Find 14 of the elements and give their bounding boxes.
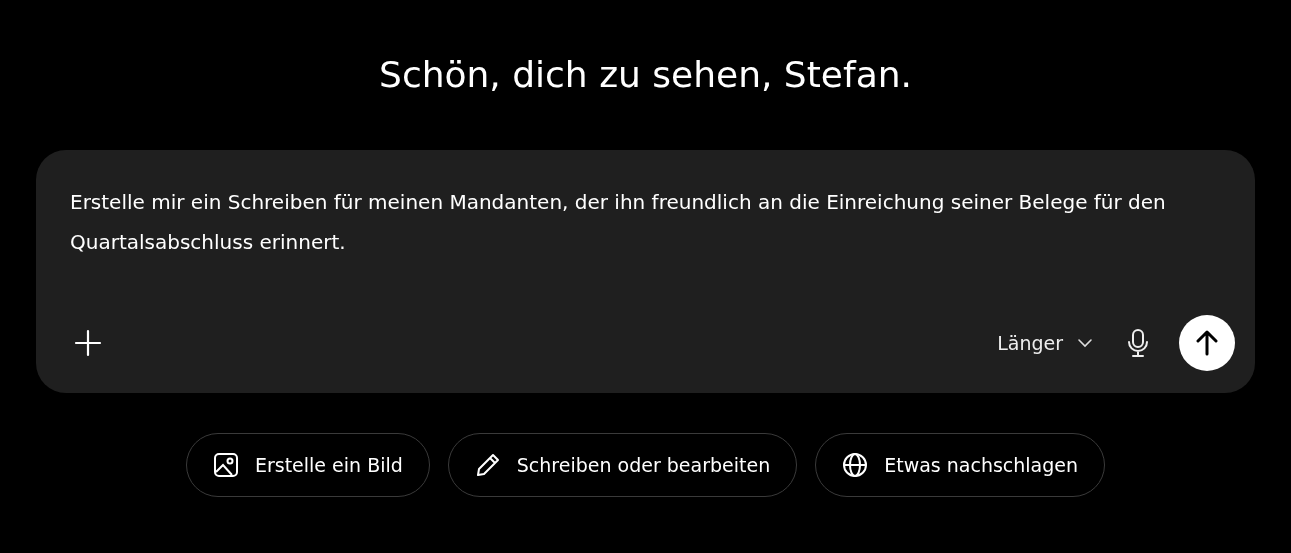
arrow-up-icon — [1195, 330, 1219, 356]
send-button[interactable] — [1179, 315, 1235, 371]
plus-icon — [74, 329, 102, 357]
globe-icon — [842, 452, 869, 478]
length-dropdown[interactable]: Länger — [993, 328, 1097, 358]
image-icon — [212, 452, 239, 478]
chevron-down-icon — [1077, 338, 1093, 348]
suggestion-chip[interactable]: Etwas nachschlagen — [815, 433, 1106, 497]
suggestion-chip[interactable]: Erstelle ein Bild — [185, 433, 430, 497]
message-text: Erstelle mir ein Schreiben für meinen Mandanten, der ihn freundlich an die Einreichung seiner Belege für den Quartalsabschluss erinnert. — [70, 189, 1167, 256]
suggestion-chip[interactable]: Schreiben oder bearbeiten — [447, 433, 798, 497]
microphone-icon — [1127, 328, 1149, 358]
greeting-heading: Schön, dich zu sehen, Stefan. — [379, 53, 912, 97]
pencil-icon — [474, 452, 501, 478]
